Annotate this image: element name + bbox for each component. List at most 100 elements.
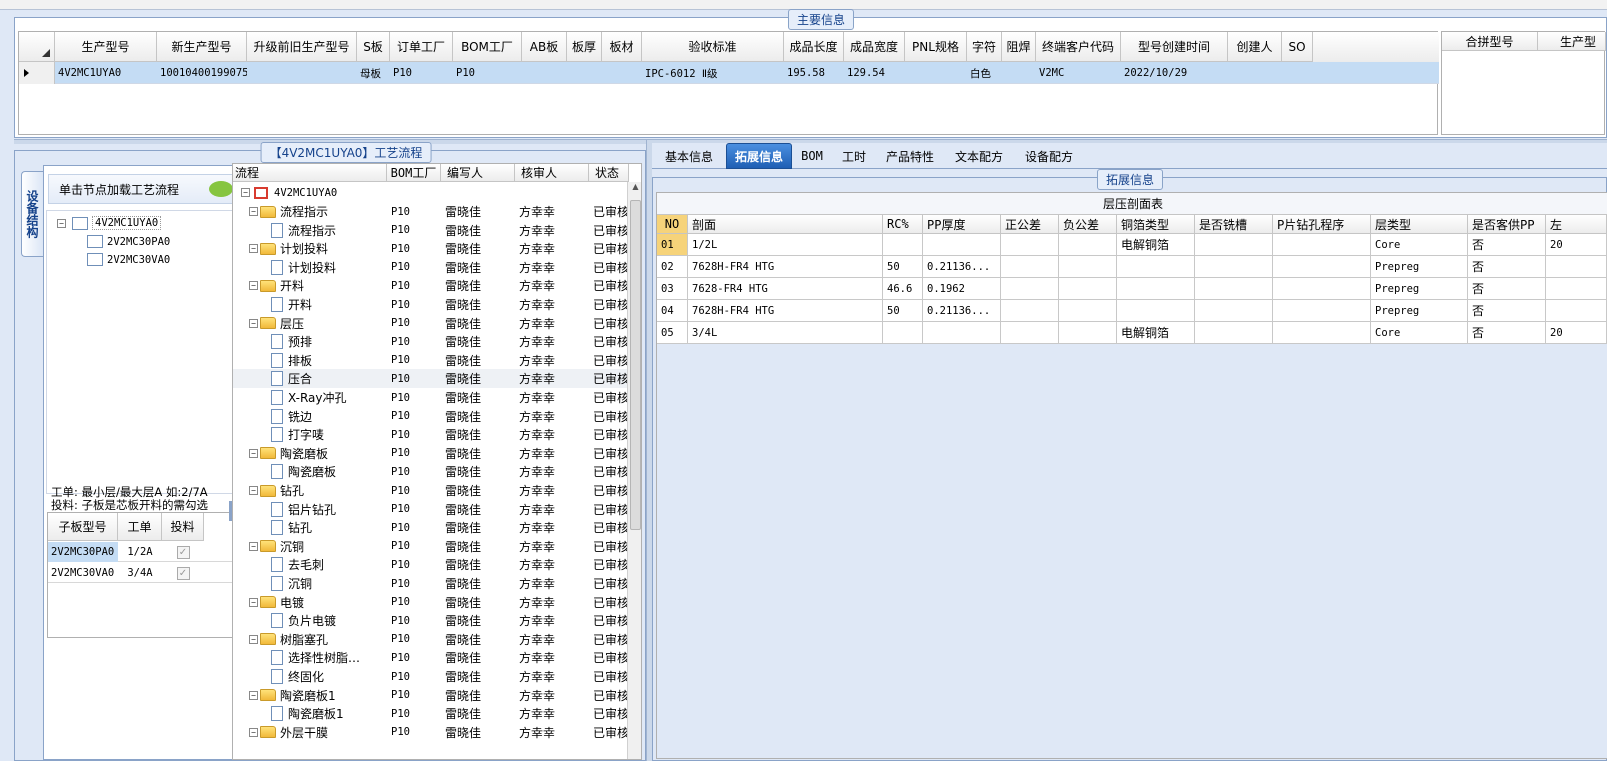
flow-row[interactable]: − 流程指示 P10 雷晓佳 方幸幸 已审核: [233, 202, 629, 221]
collapse-icon[interactable]: −: [249, 244, 258, 254]
sub-row[interactable]: 2V2MC30VA0 3/4A ✓: [48, 563, 245, 583]
flow-row[interactable]: 压合 P10 雷晓佳 方幸幸 已审核: [233, 369, 629, 389]
flow-row[interactable]: 排板 P10 雷晓佳 方幸幸 已审核: [233, 351, 629, 370]
tab-item[interactable]: 产品特性: [876, 143, 944, 169]
sub-col-order[interactable]: 工单: [118, 513, 162, 541]
flow-row[interactable]: − 外层干膜 P10 雷晓佳 方幸幸 已审核: [233, 723, 629, 742]
tab-item[interactable]: BOM: [792, 143, 832, 169]
feed-checkbox[interactable]: ✓: [176, 545, 190, 559]
flow-scrollbar[interactable]: ▲: [627, 182, 641, 759]
flow-row[interactable]: − 陶瓷磨板1 P10 雷晓佳 方幸幸 已审核: [233, 686, 629, 705]
flow-row[interactable]: − 沉铜 P10 雷晓佳 方幸幸 已审核: [233, 537, 629, 556]
main-col-header[interactable]: 新生产型号: [157, 32, 247, 62]
flow-row[interactable]: 流程指示 P10 雷晓佳 方幸幸 已审核: [233, 221, 629, 240]
lamination-col-header[interactable]: 是否铣槽: [1195, 215, 1273, 234]
collapse-icon[interactable]: −: [241, 188, 250, 197]
main-col-header[interactable]: 板材: [602, 32, 642, 62]
main-col-header[interactable]: 升级前旧生产型号: [247, 32, 357, 62]
side-tab-equipment-structure[interactable]: 设备结构: [21, 171, 43, 257]
main-col-header[interactable]: 生产型号: [55, 32, 157, 62]
structure-node-child[interactable]: 2V2MC30PA0: [87, 235, 170, 248]
main-col-header[interactable]: SO: [1282, 32, 1313, 62]
collapse-icon[interactable]: −: [57, 218, 66, 228]
main-col-header[interactable]: 型号创建时间: [1121, 32, 1228, 62]
lamination-col-header[interactable]: 负公差: [1059, 215, 1117, 234]
feed-checkbox[interactable]: ✓: [176, 566, 190, 580]
main-col-header[interactable]: BOM工厂: [453, 32, 522, 62]
main-col-header[interactable]: S板: [357, 32, 390, 62]
flow-row[interactable]: 铣边 P10 雷晓佳 方幸幸 已审核: [233, 407, 629, 426]
flow-row[interactable]: − 树脂塞孔 P10 雷晓佳 方幸幸 已审核: [233, 630, 629, 649]
flow-row[interactable]: 预排 P10 雷晓佳 方幸幸 已审核: [233, 332, 629, 351]
lamination-row[interactable]: 04 7628H-FR4 HTG 50 0.21136... Prepreg 否: [657, 300, 1607, 322]
flow-col-process[interactable]: 流程: [233, 164, 387, 182]
flow-row[interactable]: 陶瓷磨板1 P10 雷晓佳 方幸幸 已审核: [233, 704, 629, 723]
flow-col-bom[interactable]: BOM工厂: [387, 164, 441, 182]
tab-item[interactable]: 拓展信息: [726, 143, 792, 169]
tab-item[interactable]: 工时: [832, 143, 876, 169]
flow-row[interactable]: 沉铜 P10 雷晓佳 方幸幸 已审核: [233, 574, 629, 593]
flow-row[interactable]: 铝片钻孔 P10 雷晓佳 方幸幸 已审核: [233, 500, 629, 519]
tab-item[interactable]: 文本配方: [944, 143, 1014, 169]
flow-row[interactable]: − 层压 P10 雷晓佳 方幸幸 已审核: [233, 314, 629, 333]
lamination-col-header[interactable]: RC%: [883, 215, 923, 234]
flow-row[interactable]: 打字唛 P10 雷晓佳 方幸幸 已审核: [233, 425, 629, 444]
sub-row[interactable]: 2V2MC30PA0 1/2A ✓: [48, 542, 245, 562]
flow-row[interactable]: − 开料 P10 雷晓佳 方幸幸 已审核: [233, 276, 629, 295]
collapse-icon[interactable]: −: [249, 281, 258, 291]
lamination-col-header[interactable]: NO: [657, 215, 688, 234]
main-col-header[interactable]: 创建人: [1228, 32, 1282, 62]
flow-row[interactable]: − 电镀 P10 雷晓佳 方幸幸 已审核: [233, 593, 629, 612]
lamination-row[interactable]: 02 7628H-FR4 HTG 50 0.21136... Prepreg 否: [657, 256, 1607, 278]
flow-col-status[interactable]: 状态: [589, 164, 629, 182]
flow-row[interactable]: 计划投料 P10 雷晓佳 方幸幸 已审核: [233, 258, 629, 277]
flow-row[interactable]: − 计划投料 P10 雷晓佳 方幸幸 已审核: [233, 239, 629, 258]
scroll-up-icon[interactable]: ▲: [628, 182, 641, 198]
lamination-row[interactable]: 03 7628-FR4 HTG 46.6 0.1962 Prepreg 否: [657, 278, 1607, 300]
scroll-thumb[interactable]: [630, 200, 641, 530]
tab-item[interactable]: 基本信息: [652, 143, 726, 169]
structure-node-root[interactable]: − 4V2MC1UYA0: [57, 216, 162, 230]
row-selector-arrow-icon[interactable]: [19, 62, 55, 84]
flow-col-checker[interactable]: 核审人: [515, 164, 589, 182]
production-col-header[interactable]: 生产型: [1538, 32, 1606, 51]
lamination-col-header[interactable]: 正公差: [1001, 215, 1059, 234]
tab-item[interactable]: 设备配方: [1014, 143, 1084, 169]
flow-row[interactable]: 钻孔 P10 雷晓佳 方幸幸 已审核: [233, 518, 629, 537]
flow-col-writer[interactable]: 编写人: [441, 164, 515, 182]
lamination-col-header[interactable]: 层类型: [1371, 215, 1468, 234]
lamination-col-header[interactable]: 左: [1546, 215, 1607, 234]
collapse-icon[interactable]: −: [249, 597, 258, 607]
main-col-header[interactable]: PNL规格: [905, 32, 967, 62]
flow-row[interactable]: 负片电镀 P10 雷晓佳 方幸幸 已审核: [233, 611, 629, 630]
flow-root-row[interactable]: − 4V2MC1UYA0: [233, 183, 337, 202]
flow-row[interactable]: X-Ray冲孔 P10 雷晓佳 方幸幸 已审核: [233, 388, 629, 407]
lamination-row[interactable]: 01 1/2L 电解铜箔 Core 否 20: [657, 234, 1607, 256]
collapse-icon[interactable]: −: [249, 541, 258, 551]
main-col-header[interactable]: 字符: [967, 32, 1002, 62]
lamination-col-header[interactable]: 是否客供PP: [1468, 215, 1546, 234]
lamination-col-header[interactable]: P片钻孔程序: [1273, 215, 1371, 234]
flow-row[interactable]: 选择性树脂… P10 雷晓佳 方幸幸 已审核: [233, 648, 629, 667]
flow-row[interactable]: − 钻孔 P10 雷晓佳 方幸幸 已审核: [233, 481, 629, 500]
sub-col-model[interactable]: 子板型号: [48, 513, 118, 541]
collapse-icon[interactable]: −: [249, 634, 258, 644]
lamination-col-header[interactable]: 剖面: [688, 215, 883, 234]
flow-row[interactable]: − 陶瓷磨板 P10 雷晓佳 方幸幸 已审核: [233, 444, 629, 463]
structure-node-child[interactable]: 2V2MC30VA0: [87, 253, 170, 266]
collapse-icon[interactable]: −: [249, 727, 258, 737]
main-col-header[interactable]: AB板: [522, 32, 567, 62]
main-col-header[interactable]: 阻焊: [1002, 32, 1036, 62]
flow-row[interactable]: 陶瓷磨板 P10 雷晓佳 方幸幸 已审核: [233, 462, 629, 481]
sub-col-feed[interactable]: 投料: [162, 513, 204, 541]
merge-col-header[interactable]: 合拼型号: [1442, 32, 1538, 51]
lamination-col-header[interactable]: 铜箔类型: [1117, 215, 1195, 234]
flow-row[interactable]: 开料 P10 雷晓佳 方幸幸 已审核: [233, 295, 629, 314]
collapse-icon[interactable]: −: [249, 486, 258, 495]
collapse-icon[interactable]: −: [249, 207, 258, 216]
main-col-header[interactable]: 成品宽度: [844, 32, 905, 62]
collapse-icon[interactable]: −: [249, 318, 258, 328]
main-col-header[interactable]: 终端客户代码: [1036, 32, 1121, 62]
main-col-header[interactable]: 成品长度: [784, 32, 844, 62]
lamination-row[interactable]: 05 3/4L 电解铜箔 Core 否 20: [657, 322, 1607, 344]
